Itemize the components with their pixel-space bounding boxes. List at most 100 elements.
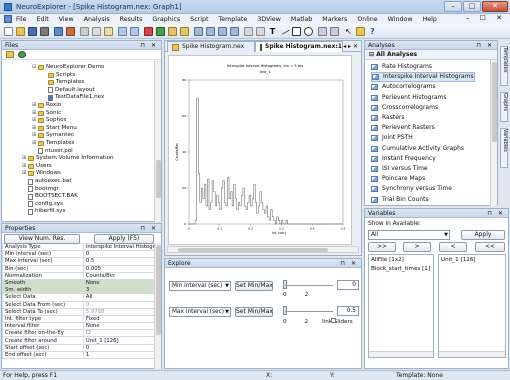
expand-toggle-icon[interactable]: ⊟	[32, 64, 36, 71]
all-analyses-header[interactable]: ⊟ All Analyses	[365, 50, 497, 60]
file-tree-item[interactable]: autoexec.bat	[22, 178, 72, 185]
property-row[interactable]: Smooth None	[2, 278, 162, 288]
file-tree-item[interactable]: hiberfil.sys	[22, 208, 65, 215]
property-value[interactable]: All	[82, 293, 162, 302]
align-icon[interactable]	[318, 27, 327, 36]
analysis-item[interactable]: Poincare Maps	[371, 174, 425, 184]
selected-h-scrollbar[interactable]	[439, 351, 505, 357]
analysis-item[interactable]: Perievent Rasters	[371, 123, 435, 133]
property-value[interactable]: 0	[82, 250, 162, 259]
expand-toggle-icon[interactable]: ⊞	[32, 125, 36, 132]
analysis-item[interactable]: Interspike Interval Histograms	[371, 72, 475, 83]
arrow-tool-icon[interactable]: ↖	[344, 27, 353, 36]
analysis-item[interactable]: Trial Bin Counts	[371, 195, 429, 205]
minimize-button[interactable]: –	[444, 1, 462, 12]
tile-icon[interactable]	[218, 27, 227, 36]
property-row[interactable]: Normalization Counts/Bin	[2, 271, 162, 280]
menu-markers[interactable]: Markers	[322, 16, 347, 23]
file-tree-item[interactable]: ⊞ Sonic	[32, 110, 61, 117]
file-tree-item[interactable]: bootmgr	[22, 186, 59, 193]
tab-controls[interactable]: ◂ ▸ ✕	[343, 43, 358, 50]
file-tree-item[interactable]: ⊞ Users	[22, 163, 52, 170]
file-tree-item[interactable]: ntuser.pol	[32, 148, 73, 155]
apply-f5-button[interactable]: Apply (F5)	[94, 234, 154, 244]
link-sliders-checkbox[interactable]	[331, 318, 336, 323]
property-value[interactable]: ☐	[82, 329, 162, 338]
available-variables-list[interactable]: AllFile [1x2] Block_start_times [1]	[368, 254, 434, 358]
bulb-icon[interactable]	[356, 27, 365, 36]
selected-item[interactable]: Unit_1 [126]	[439, 255, 505, 266]
zoom-out-icon[interactable]	[180, 27, 189, 36]
redo-icon[interactable]	[130, 27, 139, 36]
property-row[interactable]: Select Data From (sec) 0	[2, 300, 162, 309]
property-row[interactable]: Int. filter type Fixed	[2, 314, 162, 324]
analysis-item[interactable]: ISI versus Time	[371, 164, 428, 174]
refresh-icon[interactable]	[18, 51, 26, 58]
undo-icon[interactable]	[118, 27, 127, 36]
paste-icon[interactable]	[104, 27, 113, 36]
magic-icon[interactable]	[244, 27, 253, 36]
analyses-scrollbar[interactable]	[490, 60, 497, 206]
property-value[interactable]: Interspike Interval Histogra	[82, 242, 162, 252]
property-value[interactable]: Fixed	[82, 314, 162, 324]
menu-online[interactable]: Online	[357, 16, 377, 23]
analyses-scrollbar-thumb[interactable]	[492, 62, 497, 142]
analysis-item[interactable]: Synchrony versus Time	[371, 184, 452, 194]
variables-apply-button[interactable]: Apply	[461, 230, 505, 240]
property-row[interactable]: Sm. width 3	[2, 286, 162, 295]
side-tab-templates[interactable]: Templates	[500, 46, 508, 86]
move-right-button[interactable]: >	[403, 242, 431, 252]
isi-histogram-chart[interactable]: Interspike Interval Histograms, bin = 5 …	[169, 56, 353, 246]
close-button[interactable]: ✕	[482, 1, 508, 12]
expand-toggle-icon[interactable]: ⊞	[32, 110, 36, 117]
menu-matlab[interactable]: Matlab	[291, 16, 312, 23]
property-row[interactable]: Analysis Type Interspike Interval Histogr…	[2, 242, 162, 252]
graph-h-scrollbar[interactable]	[167, 246, 359, 253]
menu-template[interactable]: Template	[218, 16, 247, 23]
slider-1-value-field[interactable]: 0	[337, 280, 359, 290]
file-tree-item[interactable]: ⊞ System Volume Information	[22, 155, 114, 162]
move-left-button[interactable]: <	[439, 242, 467, 252]
analysis-item[interactable]: Cumulative Activity Graphs	[371, 144, 464, 154]
maximize-button[interactable]: □	[463, 1, 481, 12]
property-value[interactable]: 0	[82, 343, 162, 352]
files-scrollbar[interactable]	[154, 60, 161, 222]
menu-script[interactable]: Script	[190, 16, 208, 23]
property-row[interactable]: Select Data All	[2, 293, 162, 302]
data-icon[interactable]	[66, 27, 75, 36]
copy-icon[interactable]	[92, 27, 101, 36]
mdi-controls[interactable]: – ☐ ✕	[466, 14, 506, 22]
menu-analysis[interactable]: Analysis	[84, 16, 110, 23]
graph-h-scrollbar-thumb[interactable]	[178, 248, 328, 252]
analysis-item[interactable]: Perievent Histograms	[371, 93, 446, 103]
file-tree-item[interactable]: Templates	[42, 79, 84, 86]
side-tab-graphs[interactable]: Graphs	[500, 92, 508, 122]
print-icon[interactable]	[40, 27, 49, 36]
file-tree-item[interactable]: ⊞ Roxio	[32, 102, 61, 109]
expand-toggle-icon[interactable]: ⊞	[22, 155, 26, 162]
folder-up-icon[interactable]	[6, 51, 14, 58]
explore-row1-parameter-select[interactable]: Min interval (sec) ▼	[169, 281, 231, 291]
property-row[interactable]: Max interval (sec) 0.5	[2, 257, 162, 266]
property-value[interactable]: 0.005	[82, 264, 162, 273]
expand-toggle-icon[interactable]: ⊞	[22, 170, 26, 177]
property-row[interactable]: Select Data To (sec) 5.9788	[2, 307, 162, 316]
file-tree-item[interactable]: ⊟ NeuroExplorer Demo	[32, 64, 104, 71]
analyses-panel-pin-close[interactable]: ⊓ ✕	[476, 41, 494, 50]
property-row[interactable]: Interval filter None	[2, 322, 162, 331]
file-tree-item[interactable]: ⊞ Sophos	[32, 117, 66, 124]
property-value[interactable]: 5.9788	[82, 307, 162, 316]
menu-edit[interactable]: Edit	[37, 16, 49, 23]
file-tree-item[interactable]: config.sys	[22, 201, 63, 208]
set-min-max-button-2[interactable]: Set Min/Max	[235, 307, 273, 317]
new-file-icon[interactable]	[4, 27, 13, 36]
cut-icon[interactable]	[80, 27, 89, 36]
slider-2-value-field[interactable]: 0.5	[337, 306, 359, 316]
properties-scrollbar-thumb[interactable]	[156, 245, 161, 335]
file-tree-item[interactable]: TestDataFile1.nex	[42, 94, 104, 101]
file-tree-item[interactable]: ⊞ Symantec	[32, 132, 74, 139]
property-value[interactable]: Unit_1 [126]	[82, 336, 162, 345]
property-row[interactable]: Bin (sec) 0.005	[2, 264, 162, 273]
menu-window[interactable]: Window	[388, 16, 413, 23]
move-all-left-button[interactable]: <<	[475, 242, 505, 252]
